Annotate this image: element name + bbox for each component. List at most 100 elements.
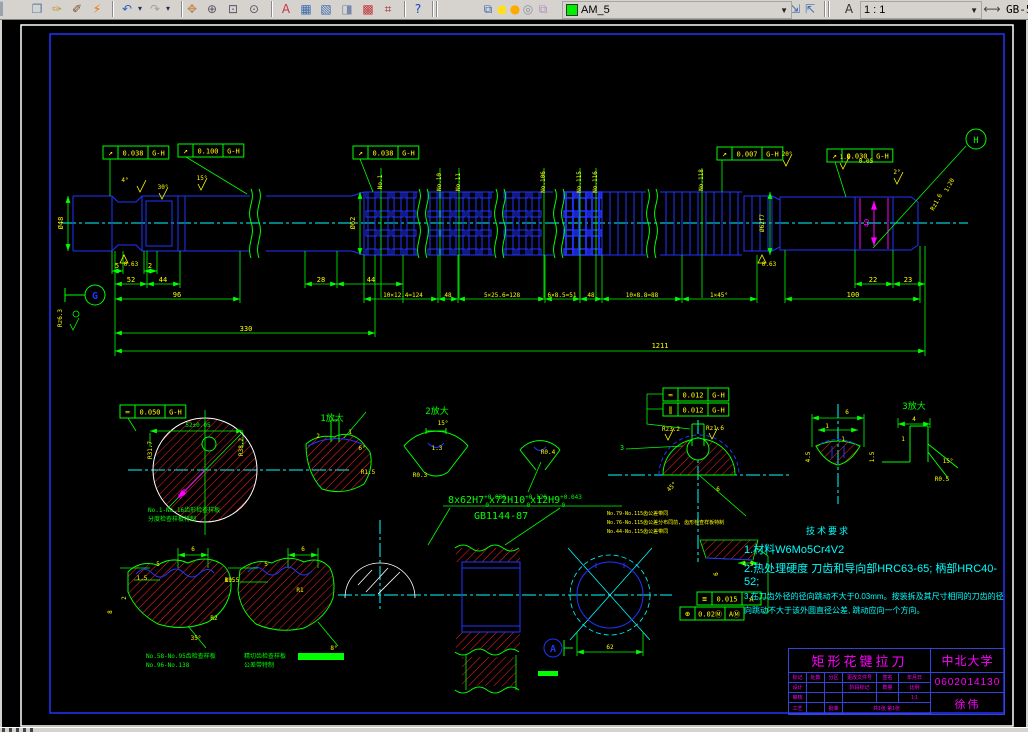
dim-label: No.76-No.115齿公差分布同前, 齿形检查样板特制	[607, 519, 724, 526]
toolbar-separator	[824, 1, 826, 17]
pen-icon[interactable]: ✐	[68, 1, 86, 17]
title-block-cell	[825, 683, 843, 693]
dim-label: 28	[317, 276, 325, 284]
detail-view-label: 3放大	[902, 400, 925, 412]
dim-label: R31.7	[147, 441, 154, 459]
solid-fill-marks	[298, 653, 558, 676]
dim-label: 4	[912, 416, 916, 423]
svg-text:G: G	[92, 291, 98, 302]
tolerance-callout: ↗0.007G-H	[717, 147, 783, 160]
copy-icon[interactable]: ❐	[28, 1, 46, 17]
dim-label: 6	[845, 409, 849, 416]
dim-label: 20°	[782, 151, 793, 158]
text-style-edit-icon[interactable]: A	[840, 1, 858, 17]
layer-combo[interactable]: AM_5 ▼	[562, 1, 792, 19]
zoom-previous-icon[interactable]: ⊙	[245, 1, 263, 17]
layer-state-icon[interactable]: ⇱	[801, 1, 819, 17]
xref-icon[interactable]: ▩	[359, 1, 377, 17]
title-block-cell	[807, 683, 825, 693]
dim-label: R0.4	[541, 449, 556, 456]
dim-label: 2	[121, 596, 128, 600]
dim-label: 48	[587, 292, 595, 299]
dim-label: 48	[444, 292, 452, 299]
text-style-icon[interactable]: A	[277, 1, 295, 17]
dim-label: 1	[348, 429, 352, 436]
tech-req-line: 2.热处理硬度 刀齿和导向部HRC63-65; 柄部HRC40-52;	[744, 560, 1006, 588]
toolbar-separator	[404, 1, 406, 17]
dim-label: 62	[606, 644, 614, 651]
detail-view-lens	[816, 440, 860, 466]
help-icon[interactable]: ?	[409, 1, 427, 17]
dim-label: No.118	[698, 169, 705, 191]
title-block: 矩形花键拉刀 中北大学 0602014130 徐伟 标记处数分区更改文件号签名年…	[788, 648, 1005, 715]
dim-label: 0.05	[859, 158, 874, 165]
title-block-cell: 阶段标记	[843, 683, 877, 693]
title-block-cell: 设计	[789, 683, 807, 693]
dim-label: 5×25.6=128	[484, 292, 521, 299]
svg-text:H: H	[973, 136, 978, 146]
detail-view-3	[882, 426, 958, 478]
view-icon[interactable]: ◨	[338, 1, 356, 17]
redo-dropdown[interactable]: ▾	[163, 1, 173, 17]
calculator-icon[interactable]: ⌗	[379, 1, 397, 17]
title-block-cell: 更改文件号	[843, 673, 877, 683]
dim-label: 100	[847, 291, 860, 299]
redo-icon[interactable]: ↷	[146, 1, 164, 17]
dim-label: 1	[841, 436, 845, 443]
tolerance-callout: ∥0.012G-H	[663, 403, 729, 416]
dim-label: Ø62	[349, 217, 357, 230]
svg-text:↗: ↗	[358, 149, 363, 158]
dim-label: 44	[159, 276, 167, 284]
svg-text:⊕: ⊕	[685, 610, 690, 619]
gauge-ring-section	[455, 545, 520, 693]
dim-label: 6	[191, 546, 195, 553]
edit-lightning-icon[interactable]: ⚡	[88, 1, 106, 17]
format-painter-icon[interactable]: ✑	[48, 1, 66, 17]
dim-label: 96	[173, 291, 181, 299]
dim-label: 0.63	[762, 261, 777, 268]
block-icon[interactable]: ▧	[317, 1, 335, 17]
clipped-icon[interactable]: ▌	[0, 1, 12, 17]
title-block-cell: 签名	[877, 673, 899, 683]
layer-color-swatch	[566, 4, 578, 16]
dim-label: 公差带特制	[244, 661, 274, 669]
dimension-style-icon[interactable]: ⟷	[983, 1, 1001, 17]
dim-label: No.1	[377, 174, 384, 189]
detail-view-2	[404, 428, 468, 476]
detail-marker-h: H	[966, 129, 986, 149]
dim-label: 15°	[197, 175, 208, 182]
dim-label: R38.2	[238, 438, 245, 456]
title-block-cell: 标记	[789, 673, 807, 683]
detail-view-label: 1放大	[320, 412, 343, 424]
pan-icon[interactable]: ✥	[183, 1, 201, 17]
title-block-cell: 分区	[825, 673, 843, 683]
svg-text:0.100: 0.100	[197, 148, 218, 156]
dim-label: 30°	[158, 184, 169, 191]
dim-label: Ø48	[57, 217, 65, 230]
spline-designation: 8x62H7+0.0300​x72H10+0.1200​x12H9+0.0430…	[448, 494, 582, 522]
undo-dropdown[interactable]: ▾	[135, 1, 145, 17]
tolerance-callout: ↗0.100G-H	[178, 144, 244, 157]
scale-combo[interactable]: 1 : 1 ▼	[860, 1, 982, 19]
title-block-cell: 审核	[789, 693, 807, 703]
dim-label: 330	[240, 325, 253, 333]
title-block-cell: 数量	[877, 683, 899, 693]
detail-view-1	[306, 420, 371, 492]
svg-text:0.007: 0.007	[736, 151, 757, 159]
title-block-cell: 1:1	[899, 693, 931, 703]
dim-label: R1	[296, 587, 304, 594]
svg-text:=: =	[668, 391, 673, 400]
dim-label: 3	[620, 444, 624, 452]
svg-text:↗: ↗	[183, 147, 188, 156]
layer-dialog-icon[interactable]: ▦	[297, 1, 315, 17]
undo-icon[interactable]: ↶	[118, 1, 136, 17]
dim-label: R2	[210, 615, 218, 622]
svg-text:G-H: G-H	[169, 409, 182, 417]
dim-label: Rz3.2	[662, 426, 680, 433]
dim-label: No.116	[592, 171, 599, 193]
pages-icon[interactable]: ⧉	[534, 1, 552, 17]
zoom-window-icon[interactable]: ⊡	[224, 1, 242, 17]
drawing-canvas[interactable]: G H A	[0, 0, 1028, 732]
zoom-realtime-icon[interactable]: ⊕	[203, 1, 221, 17]
dim-label: 5	[156, 561, 160, 568]
